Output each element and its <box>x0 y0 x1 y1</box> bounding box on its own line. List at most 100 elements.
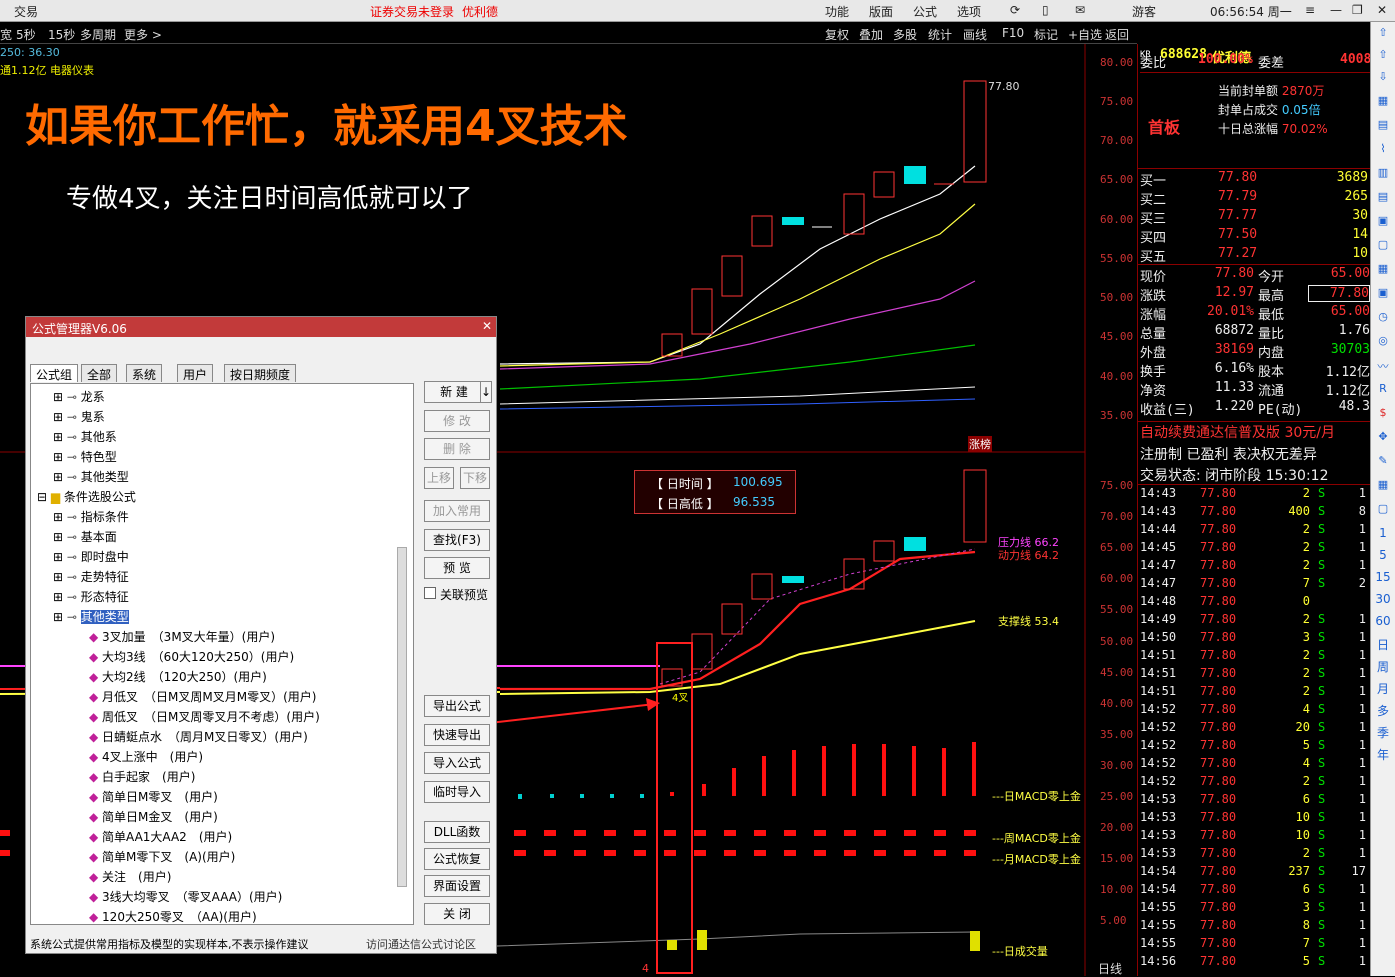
dialog-button[interactable]: 新 建 <box>424 381 484 403</box>
dialog-button[interactable]: 导出公式 <box>424 695 490 717</box>
dialog-button[interactable]: 删 除 <box>424 438 490 460</box>
fiz-icon[interactable]: ▣ <box>1375 286 1391 302</box>
doc-icon[interactable]: ▤ <box>1375 190 1391 206</box>
sidebar-period[interactable]: 30 <box>1375 592 1391 608</box>
tab-user[interactable]: 用户 <box>177 364 214 382</box>
tab-system[interactable]: 系统 <box>126 364 163 382</box>
list-icon[interactable]: ▤ <box>1375 118 1391 134</box>
dialog-button[interactable]: 查找(F3) <box>424 529 490 551</box>
period-more[interactable]: 更多 > <box>124 26 162 43</box>
tree-node[interactable]: ⊞ ⊸ 其他类型 <box>53 608 129 625</box>
tree-node[interactable]: ⊞ ⊸ 即时盘中 <box>53 548 129 565</box>
tab-groups[interactable]: 公式组 <box>30 364 79 382</box>
new-dropdown-icon[interactable]: ↓ <box>480 381 492 403</box>
expand-icon[interactable]: ⊞ <box>53 550 67 564</box>
arrow-up-small-icon[interactable]: ⇧ <box>1375 48 1391 64</box>
restore-button[interactable]: ❐ <box>1352 3 1363 17</box>
arrow-down-icon[interactable]: ⇩ <box>1375 70 1391 86</box>
tree-node[interactable]: ⊞ ⊸ 其他类型 <box>53 468 129 485</box>
expand-icon[interactable]: ⊞ <box>53 590 67 604</box>
formula-item[interactable]: ◆ 简单日M零叉 (用户) <box>89 788 218 805</box>
tool-draw[interactable]: 画线 <box>963 26 987 43</box>
tool-multi[interactable]: 多股 <box>893 26 917 43</box>
fund-icon[interactable]: ▣ <box>1375 214 1391 230</box>
expand-icon[interactable]: ⊞ <box>53 450 67 464</box>
sidebar-period[interactable]: 周 <box>1375 658 1391 674</box>
sidebar-period[interactable]: 多 <box>1375 702 1391 718</box>
tool-stats[interactable]: 统计 <box>928 26 952 43</box>
phone-icon[interactable]: ▯ <box>1042 3 1049 17</box>
sidebar-period[interactable]: 年 <box>1375 746 1391 762</box>
forum-link[interactable]: 访问通达信公式讨论区 <box>366 936 476 952</box>
sidebar-period[interactable]: 日 <box>1375 636 1391 652</box>
formula-item[interactable]: ◆ 日蜻蜓点水 （周月M叉日零叉）(用户) <box>89 728 308 745</box>
expand-icon[interactable]: ⊞ <box>53 610 67 624</box>
menu-function[interactable]: 功能 <box>825 3 849 20</box>
chart-grid-icon[interactable]: ▦ <box>1375 94 1391 110</box>
expand-icon[interactable]: ⊞ <box>53 530 67 544</box>
tree-node[interactable]: ⊞ ⊸ 指标条件 <box>53 508 129 525</box>
money-icon[interactable]: $ <box>1375 406 1391 422</box>
dialog-titlebar[interactable]: 公式管理器V6.06 ✕ <box>26 317 496 337</box>
arrow-up-icon[interactable]: ⇧ <box>1375 26 1391 42</box>
formula-item[interactable]: ◆ 大均2线 （120大250）(用户) <box>89 668 267 685</box>
clock-icon[interactable]: ◷ <box>1375 310 1391 326</box>
expand-icon[interactable]: ⊞ <box>53 570 67 584</box>
expand-icon[interactable]: ⊞ <box>53 410 67 424</box>
sidebar-period[interactable]: 月 <box>1375 680 1391 696</box>
target-icon[interactable]: ◎ <box>1375 334 1391 350</box>
preview-checkbox[interactable] <box>424 587 436 599</box>
tab-all[interactable]: 全部 <box>81 364 118 382</box>
sidebar-period[interactable]: 1 <box>1375 526 1391 542</box>
tool-mark[interactable]: 标记 <box>1034 26 1058 43</box>
period-15s[interactable]: 15秒 <box>48 26 75 43</box>
sidebar-period[interactable]: 60 <box>1375 614 1391 630</box>
tree-node[interactable]: ⊞ ⊸ 形态特征 <box>53 588 129 605</box>
info-icon[interactable]: ▢ <box>1375 238 1391 254</box>
period-5s[interactable]: 5秒 <box>16 26 36 43</box>
tool-back[interactable]: 返回 <box>1105 26 1129 43</box>
minimize-button[interactable]: — <box>1330 3 1342 17</box>
close-button[interactable]: ✕ <box>1377 3 1387 17</box>
user-label[interactable]: 游客 <box>1132 3 1156 20</box>
tool-f10[interactable]: F10 <box>1002 26 1024 40</box>
tab-frequency[interactable]: 按日期频度 <box>224 364 297 382</box>
dialog-button[interactable]: 修 改 <box>424 410 490 432</box>
period-label[interactable]: 日线 <box>1098 960 1122 977</box>
expand-icon[interactable]: ⊞ <box>53 430 67 444</box>
menu-options[interactable]: 选项 <box>957 3 981 20</box>
period-prev[interactable]: 宽 <box>0 26 12 43</box>
dialog-button[interactable]: 预 览 <box>424 557 490 579</box>
table-icon[interactable]: ▦ <box>1375 262 1391 278</box>
mail-icon[interactable]: ✉ <box>1075 3 1085 17</box>
dialog-button[interactable]: 关 闭 <box>424 903 490 925</box>
dialog-close-icon[interactable]: ✕ <box>482 319 492 333</box>
rsi-icon[interactable]: R <box>1375 382 1391 398</box>
tree-scrollbar[interactable] <box>397 547 407 887</box>
refresh-icon[interactable]: ⟳ <box>1010 3 1020 17</box>
dialog-button[interactable]: DLL函数 <box>424 821 490 843</box>
dialog-button[interactable]: 界面设置 <box>424 875 490 897</box>
period-multi[interactable]: 多周期 <box>80 26 116 43</box>
expand-icon[interactable]: ⊞ <box>53 510 67 524</box>
formula-item[interactable]: ◆ 简单M零下叉 (A)(用户) <box>89 848 235 865</box>
dialog-button[interactable]: 公式恢复 <box>424 848 490 870</box>
promo-1[interactable]: 自动续费通达信普及版 30元/月 <box>1140 422 1335 442</box>
dialog-button[interactable]: 上移 <box>424 467 454 489</box>
dialog-button[interactable]: 下移 <box>460 467 490 489</box>
formula-item[interactable]: ◆ 简单日M金叉 (用户) <box>89 808 218 825</box>
expand-icon[interactable]: ⊞ <box>53 470 67 484</box>
tool-watch[interactable]: +自选 <box>1068 26 1102 43</box>
dialog-button[interactable]: 加入常用 <box>424 500 490 522</box>
formula-item[interactable]: ◆ 简单AA1大AA2 (用户) <box>89 828 232 845</box>
formula-item[interactable]: ◆ 120大250零叉 （AA)(用户) <box>89 908 257 924</box>
login-notice[interactable]: 证券交易未登录 <box>370 3 454 20</box>
tree-node[interactable]: ⊞ ⊸ 龙系 <box>53 388 105 405</box>
menu-formula[interactable]: 公式 <box>913 3 937 20</box>
formula-item[interactable]: ◆ 关注 (用户) <box>89 868 171 885</box>
tool-overlay[interactable]: 叠加 <box>859 26 883 43</box>
sidebar-period[interactable]: 5 <box>1375 548 1391 564</box>
sidebar-period[interactable]: 季 <box>1375 724 1391 740</box>
formula-item[interactable]: ◆ 3线大均零叉 （零叉AAA）(用户) <box>89 888 282 905</box>
formula-item[interactable]: ◆ 周低叉 （日M叉周零叉月不考虑）(用户) <box>89 708 320 725</box>
